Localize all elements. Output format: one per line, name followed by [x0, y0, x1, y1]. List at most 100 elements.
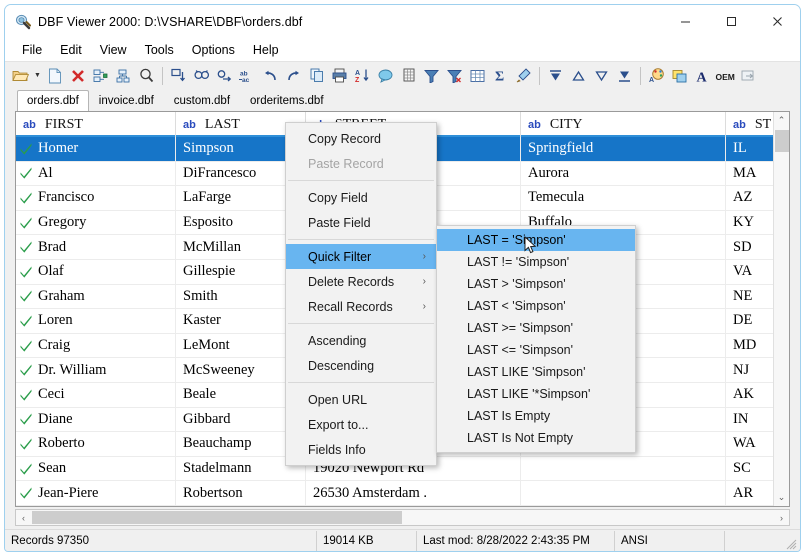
- menu-tools[interactable]: Tools: [136, 40, 183, 60]
- context-menu-item-delete-records[interactable]: Delete Records ›: [286, 269, 436, 294]
- dropdown-caret-icon[interactable]: ▼: [32, 64, 43, 88]
- print-icon[interactable]: [328, 64, 351, 88]
- last-record-icon[interactable]: [613, 64, 636, 88]
- context-menu-item-open-url[interactable]: Open URL: [286, 387, 436, 412]
- scroll-left-button[interactable]: ‹: [16, 510, 31, 525]
- context-menu-item-paste-field[interactable]: Paste Field: [286, 210, 436, 235]
- quick-filter-option-3[interactable]: LAST < 'Simpson': [437, 295, 635, 317]
- find-icon[interactable]: [190, 64, 213, 88]
- replace-icon[interactable]: [213, 64, 236, 88]
- table-cell-city[interactable]: [521, 481, 726, 505]
- new-file-icon[interactable]: [43, 64, 66, 88]
- quick-filter-option-0[interactable]: LAST = 'Simpson': [437, 229, 635, 251]
- column-header-first[interactable]: ab FIRST: [16, 112, 176, 137]
- tab-custom-dbf[interactable]: custom.dbf: [164, 90, 240, 111]
- context-menu-item-copy-field[interactable]: Copy Field: [286, 185, 436, 210]
- table-cell-first[interactable]: Ceci: [16, 382, 176, 407]
- table-cell-first[interactable]: Al: [16, 161, 176, 186]
- delete-record-icon[interactable]: [66, 64, 89, 88]
- export-icon[interactable]: [737, 64, 760, 88]
- table-cell-city[interactable]: Aurora: [521, 161, 726, 186]
- sort-az-icon[interactable]: AZ: [351, 64, 374, 88]
- quick-filter-option-1[interactable]: LAST != 'Simpson': [437, 251, 635, 273]
- quick-filter-option-6[interactable]: LAST LIKE 'Simpson': [437, 361, 635, 383]
- table-cell-first[interactable]: Sean: [16, 456, 176, 481]
- add-field-icon[interactable]: [112, 64, 135, 88]
- quick-filter-option-4[interactable]: LAST >= 'Simpson': [437, 317, 635, 339]
- quick-filter-option-5[interactable]: LAST <= 'Simpson': [437, 339, 635, 361]
- scroll-down-button[interactable]: ⌄: [774, 489, 790, 506]
- horizontal-scroll-thumb[interactable]: [32, 511, 402, 524]
- table-cell-first[interactable]: Homer: [16, 137, 176, 161]
- ab-replace-icon[interactable]: ab ac: [236, 64, 259, 88]
- color-palette-icon[interactable]: A: [645, 64, 668, 88]
- quick-filter-option-7[interactable]: LAST LIKE '*Simpson': [437, 383, 635, 405]
- context-menu-item-copy-record[interactable]: Copy Record: [286, 126, 436, 151]
- delete-column-icon[interactable]: [397, 64, 420, 88]
- table-row[interactable]: Jean-Piere Robertson 26530 Amsterdam . AR: [16, 481, 789, 506]
- redo-icon[interactable]: [282, 64, 305, 88]
- table-cell-first[interactable]: Diane: [16, 407, 176, 432]
- undo-icon[interactable]: [259, 64, 282, 88]
- table-cell-city[interactable]: Springfield: [521, 137, 726, 161]
- open-folder-icon[interactable]: [9, 64, 32, 88]
- brush-icon[interactable]: [512, 64, 535, 88]
- context-menu-item-export-to[interactable]: Export to...: [286, 412, 436, 437]
- table-cell-city[interactable]: [521, 456, 726, 481]
- table-cell-last[interactable]: Robertson: [176, 481, 306, 505]
- close-button[interactable]: [754, 5, 800, 38]
- filter-icon[interactable]: [167, 64, 190, 88]
- table-cell-first[interactable]: Dr. William: [16, 358, 176, 382]
- filter-funnel-icon[interactable]: [420, 64, 443, 88]
- oem-icon[interactable]: OEM: [714, 64, 737, 88]
- table-cell-first[interactable]: Graham: [16, 284, 176, 309]
- context-menu-item-fields-info[interactable]: Fields Info: [286, 437, 436, 462]
- tab-orders-dbf[interactable]: orders.dbf: [17, 90, 89, 111]
- comment-icon[interactable]: [374, 64, 397, 88]
- menu-options[interactable]: Options: [183, 40, 244, 60]
- zoom-icon[interactable]: [135, 64, 158, 88]
- menu-edit[interactable]: Edit: [51, 40, 91, 60]
- table-cell-first[interactable]: Francisco: [16, 186, 176, 210]
- table-cell-first[interactable]: Jean-Piere: [16, 481, 176, 505]
- context-menu-item-ascending[interactable]: Ascending: [286, 328, 436, 353]
- table-cell-first[interactable]: Gregory: [16, 210, 176, 235]
- structure-icon[interactable]: [89, 64, 112, 88]
- horizontal-scrollbar[interactable]: ‹ ›: [15, 509, 790, 526]
- minimize-button[interactable]: [662, 5, 708, 38]
- layers-icon[interactable]: [668, 64, 691, 88]
- table-icon[interactable]: [466, 64, 489, 88]
- resize-grip-icon[interactable]: [785, 537, 797, 550]
- column-header-city[interactable]: ab CITY: [521, 112, 726, 137]
- vertical-scroll-thumb[interactable]: [774, 130, 789, 152]
- font-icon[interactable]: A: [691, 64, 714, 88]
- table-cell-street[interactable]: 26530 Amsterdam .: [306, 481, 521, 505]
- table-cell-first[interactable]: Olaf: [16, 259, 176, 284]
- vertical-scrollbar[interactable]: ⌃ ⌄: [773, 112, 789, 506]
- table-cell-first[interactable]: Loren: [16, 309, 176, 333]
- menu-file[interactable]: File: [13, 40, 51, 60]
- next-record-icon[interactable]: [590, 64, 613, 88]
- quick-filter-option-8[interactable]: LAST Is Empty: [437, 405, 635, 427]
- prev-record-icon[interactable]: [567, 64, 590, 88]
- menu-help[interactable]: Help: [244, 40, 288, 60]
- menu-view[interactable]: View: [91, 40, 136, 60]
- quick-filter-option-9[interactable]: LAST Is Not Empty: [437, 427, 635, 449]
- copy-icon[interactable]: [305, 64, 328, 88]
- sum-sigma-icon[interactable]: Σ: [489, 64, 512, 88]
- context-menu-item-quick-filter[interactable]: Quick Filter ›: [286, 244, 436, 269]
- table-cell-first[interactable]: Craig: [16, 333, 176, 358]
- context-menu-item-descending[interactable]: Descending: [286, 353, 436, 378]
- maximize-button[interactable]: [708, 5, 754, 38]
- scroll-up-button[interactable]: ⌃: [774, 112, 790, 129]
- table-cell-first[interactable]: Roberto: [16, 432, 176, 456]
- table-cell-city[interactable]: Temecula: [521, 186, 726, 210]
- tab-orderitems-dbf[interactable]: orderitems.dbf: [240, 90, 334, 111]
- clear-filter-icon[interactable]: [443, 64, 466, 88]
- tab-invoice-dbf[interactable]: invoice.dbf: [89, 90, 164, 111]
- context-menu-item-recall-records[interactable]: Recall Records ›: [286, 294, 436, 319]
- scroll-right-button[interactable]: ›: [774, 510, 789, 525]
- table-cell-first[interactable]: Brad: [16, 235, 176, 259]
- first-record-icon[interactable]: [544, 64, 567, 88]
- quick-filter-option-2[interactable]: LAST > 'Simpson': [437, 273, 635, 295]
